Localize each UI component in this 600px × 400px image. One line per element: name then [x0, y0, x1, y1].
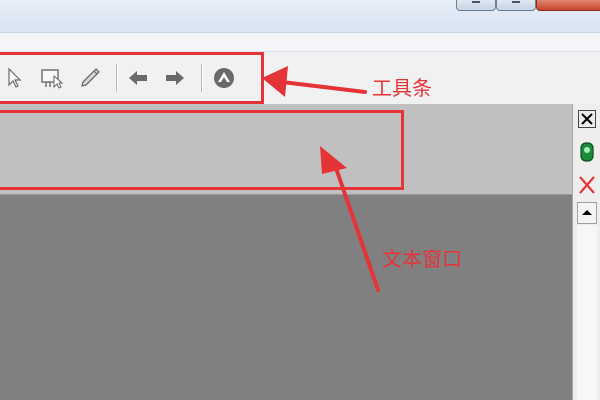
toolbar-callout-arrow [262, 66, 367, 97]
toolbar-label: 工具条 [372, 76, 432, 100]
text-window-label: 文本窗口 [382, 247, 462, 271]
text-window-callout-arrow [320, 146, 380, 292]
annotation-arrows [262, 66, 380, 292]
